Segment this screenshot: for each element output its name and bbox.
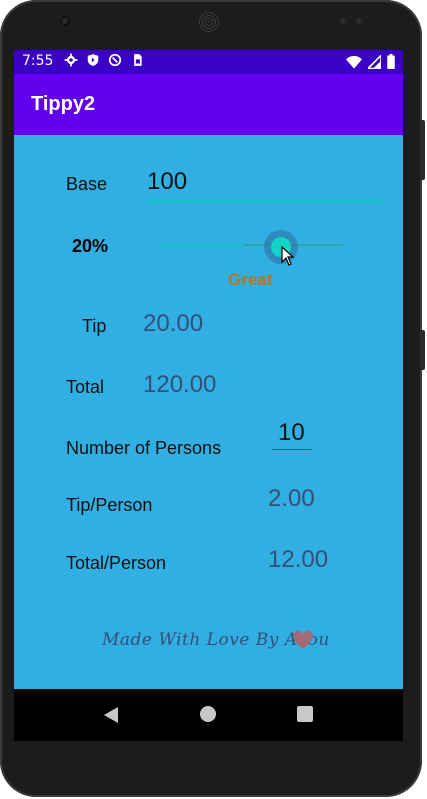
persons-label: Number of Persons: [66, 438, 222, 458]
total-per-person-label: Total/Person: [66, 553, 167, 573]
total-label: Total: [66, 377, 105, 397]
heart-icon: [293, 630, 313, 650]
power-button[interactable]: [420, 330, 425, 370]
phone-frame: 7:55 Tippy2 Base 100 20% Great Tip 20.00…: [0, 0, 425, 797]
tip-label: Tip: [82, 316, 107, 336]
sim-card-icon: [134, 54, 142, 66]
front-camera: [60, 16, 70, 26]
app-title: Tippy2: [31, 93, 96, 115]
proximity-sensor: [340, 18, 346, 24]
tip-percent-label: 20%: [72, 236, 109, 256]
tip-description: Great: [228, 270, 273, 289]
earpiece-speaker: [199, 12, 219, 32]
back-icon[interactable]: [102, 706, 120, 724]
status-time: 7:55: [22, 53, 54, 69]
status-bar: 7:55: [14, 50, 403, 74]
tip-per-person-label: Tip/Person: [66, 495, 153, 515]
total-per-person-value: 12.00: [268, 546, 329, 573]
volume-button[interactable]: [420, 120, 425, 180]
mouse-cursor-icon: [281, 246, 295, 266]
navigation-bar: [14, 689, 403, 741]
status-notification-icons: [64, 53, 144, 67]
shield-icon: [87, 54, 99, 66]
persons-input[interactable]: 10: [278, 419, 305, 447]
total-value: 120.00: [143, 371, 217, 398]
home-icon[interactable]: [200, 706, 216, 722]
persons-input-underline: [272, 449, 312, 450]
base-input[interactable]: 100: [147, 168, 187, 196]
settings-icon: [64, 53, 78, 67]
base-input-underline: [147, 200, 383, 202]
wifi-icon: [346, 55, 362, 69]
tip-per-person-value: 2.00: [268, 485, 315, 512]
recent-apps-icon[interactable]: [297, 706, 313, 722]
battery-icon: [387, 54, 395, 69]
app-bar: Tippy2: [14, 74, 403, 135]
sync-icon: [108, 53, 122, 67]
base-label: Base: [66, 174, 108, 194]
tip-slider-active-track: [160, 244, 243, 246]
tip-value: 20.00: [143, 310, 204, 337]
light-sensor: [356, 18, 362, 24]
signal-icon: [368, 54, 381, 69]
status-system-icons: [346, 54, 395, 69]
app-screen: 7:55 Tippy2 Base 100 20% Great Tip 20.00…: [14, 50, 403, 741]
